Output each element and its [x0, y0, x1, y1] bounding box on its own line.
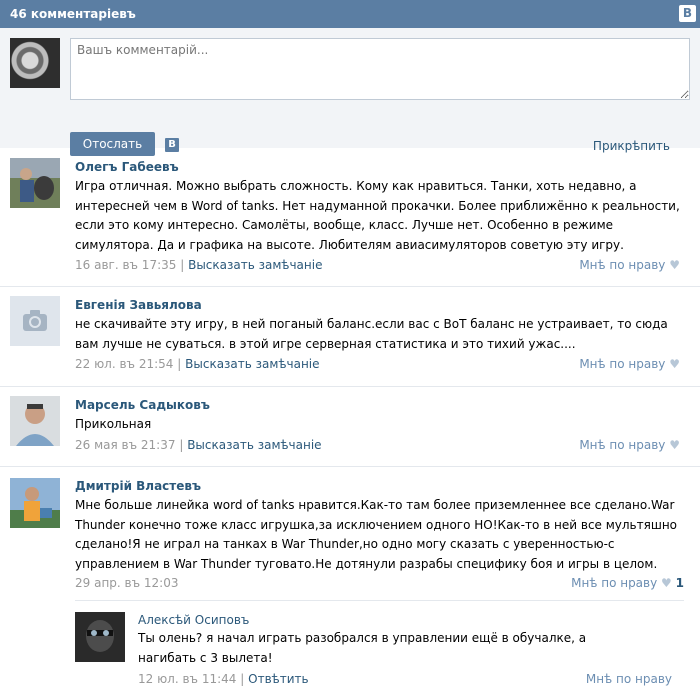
comment-text: Игра отличная. Можно выбрать сложность. …: [75, 179, 680, 252]
comment-meta: 22 юл. въ 21:54 | Высказать замѣчаніе: [75, 357, 320, 371]
like-button[interactable]: Мнѣ по нраву ♥ 1: [571, 576, 684, 590]
like-button[interactable]: Мнѣ по нраву ♥: [579, 438, 680, 452]
avatar[interactable]: [10, 296, 60, 346]
like-button[interactable]: Мнѣ по нраву: [586, 672, 672, 686]
comment-meta: 26 мая въ 21:37 | Высказать замѣчаніе: [75, 438, 322, 452]
comment-author[interactable]: Олегъ Габеевъ: [75, 160, 179, 174]
comments-header: 46 комментаріевъ B: [0, 0, 700, 28]
answer-link[interactable]: Отвѣтить: [248, 672, 308, 686]
remark-link[interactable]: Высказать замѣчаніе: [187, 438, 321, 452]
like-button[interactable]: Мнѣ по нраву ♥: [579, 357, 680, 371]
meta-separator: |: [177, 357, 182, 371]
reply-author[interactable]: Алексѣй Осиповъ: [138, 613, 249, 627]
avatar[interactable]: [10, 396, 60, 446]
vk-logo-icon[interactable]: B: [679, 5, 696, 22]
comment-date[interactable]: 26 мая въ 21:37: [75, 438, 175, 452]
comments-count-title: 46 комментаріевъ: [10, 7, 136, 21]
reply-date[interactable]: 12 юл. въ 11:44: [138, 672, 236, 686]
like-label: Мнѣ по нраву: [579, 357, 666, 371]
comment-author[interactable]: Марсель Садыковъ: [75, 398, 210, 412]
comment-text: Прикольная: [75, 417, 152, 431]
comment-divider: [0, 286, 700, 287]
heart-icon: ♥: [669, 357, 680, 371]
like-button[interactable]: Мнѣ по нраву ♥: [579, 258, 680, 272]
vk-share-icon[interactable]: B: [165, 138, 179, 152]
like-label: Мнѣ по нраву: [579, 258, 666, 272]
like-label: Мнѣ по нраву: [571, 576, 658, 590]
comment-divider: [0, 386, 700, 387]
comment-date[interactable]: 22 юл. въ 21:54: [75, 357, 173, 371]
remark-link[interactable]: Высказать замѣчаніе: [188, 258, 322, 272]
heart-icon: ♥: [669, 258, 680, 272]
remark-link[interactable]: Высказать замѣчаніе: [185, 357, 319, 371]
meta-separator: |: [179, 438, 184, 452]
comment-meta: 16 авг. въ 17:35 | Высказать замѣчаніе: [75, 258, 322, 272]
heart-icon: ♥: [661, 576, 672, 590]
like-label: Мнѣ по нраву: [579, 438, 666, 452]
avatar[interactable]: [75, 612, 125, 662]
reply-divider: [75, 600, 684, 601]
meta-separator: |: [180, 258, 185, 272]
comment-author[interactable]: Дмитрій Властевъ: [75, 479, 201, 493]
comment-date[interactable]: 16 авг. въ 17:35: [75, 258, 176, 272]
comment-meta: 29 апр. въ 12:03: [75, 576, 178, 590]
reply-meta: 12 юл. въ 11:44 | Отвѣтить: [138, 672, 309, 686]
reply-text: Ты олень? я начал играть разобрался в уп…: [138, 631, 587, 665]
comment-text: Мне больше линейка word of tanks нравитс…: [75, 498, 678, 571]
comment-input[interactable]: [70, 38, 690, 100]
avatar[interactable]: [10, 478, 60, 528]
like-count: 1: [675, 576, 684, 590]
meta-separator: |: [240, 672, 245, 686]
send-button[interactable]: Отослать: [70, 132, 155, 156]
comment-text: не скачивайте эту игру, в ней поганый ба…: [75, 317, 668, 351]
comment-compose: Отослать B Прикрѣпить: [0, 28, 700, 156]
like-label: Мнѣ по нраву: [585, 672, 672, 686]
avatar[interactable]: [10, 158, 60, 208]
comment-author[interactable]: Евгенія Завьялова: [75, 298, 202, 312]
comment-divider: [0, 466, 700, 467]
comment-date[interactable]: 29 апр. въ 12:03: [75, 576, 178, 590]
attach-link[interactable]: Прикрѣпить: [593, 139, 670, 153]
current-user-avatar: [10, 38, 60, 88]
heart-icon: ♥: [669, 438, 680, 452]
